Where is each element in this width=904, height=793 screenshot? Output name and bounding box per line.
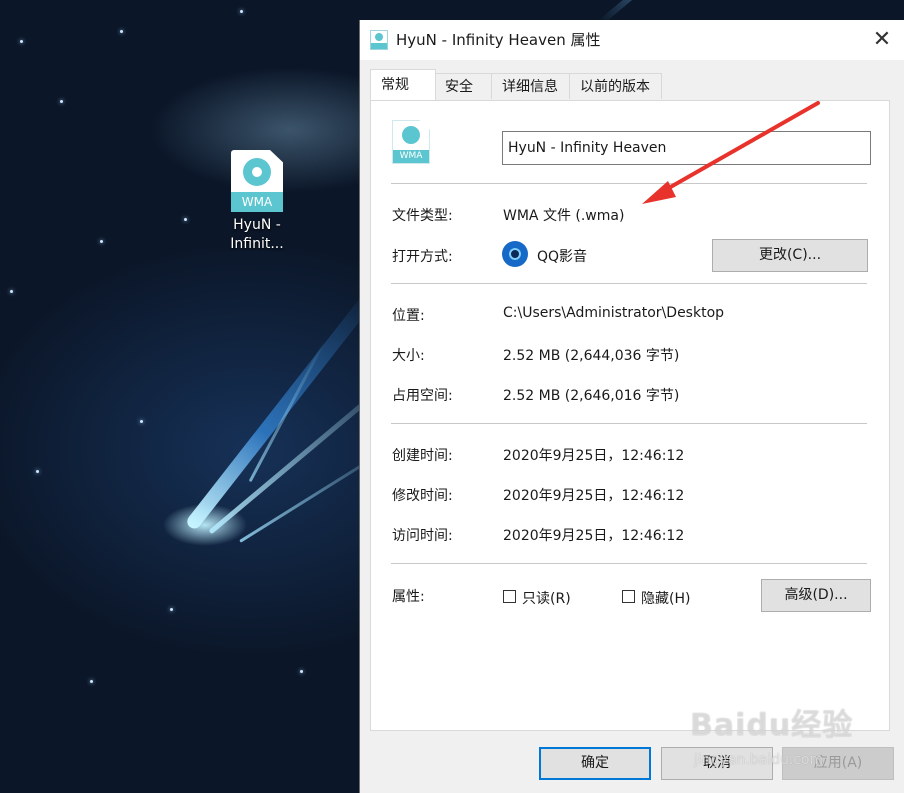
general-tab-panel: WMA 文件类型: WMA 文件 (.wma) 打开方式: QQ影音 更改(C)…	[370, 100, 890, 731]
star	[140, 420, 143, 423]
location-label: 位置:	[392, 308, 425, 324]
size-on-disk-label: 占用空间:	[392, 388, 453, 404]
star	[10, 290, 13, 293]
close-button[interactable]: ✕	[859, 20, 904, 60]
created-value: 2020年9月25日，12:46:12	[503, 448, 685, 464]
readonly-label[interactable]: 只读(R)	[522, 588, 571, 608]
separator	[391, 423, 867, 424]
desktop-file-label: HyuN - Infinit...	[222, 216, 292, 254]
meteor-streak	[248, 339, 327, 483]
wma-file-icon: WMA	[392, 120, 430, 164]
opens-with-label: 打开方式:	[392, 249, 453, 265]
star	[60, 100, 63, 103]
modified-value: 2020年9月25日，12:46:12	[503, 488, 685, 504]
apply-button[interactable]: 应用(A)	[782, 747, 894, 780]
file-type-label: 文件类型:	[392, 208, 453, 224]
star	[20, 40, 23, 43]
file-type-tag: WMA	[231, 192, 283, 212]
location-value: C:\Users\Administrator\Desktop	[503, 305, 725, 321]
star	[90, 680, 93, 683]
star	[100, 240, 103, 243]
star	[36, 470, 39, 473]
window-title: HyuN - Infinity Heaven 属性	[396, 31, 601, 49]
cancel-button[interactable]: 取消	[661, 747, 773, 780]
advanced-button[interactable]: 高级(D)...	[761, 579, 871, 612]
star	[170, 608, 173, 611]
accessed-value: 2020年9月25日，12:46:12	[503, 528, 685, 544]
size-value: 2.52 MB (2,644,036 字节)	[503, 348, 680, 364]
qq-player-icon	[502, 241, 528, 267]
title-bar[interactable]: HyuN - Infinity Heaven 属性 ✕	[360, 20, 904, 60]
tab-previous-versions[interactable]: 以前的版本	[569, 73, 662, 99]
size-on-disk-value: 2.52 MB (2,646,016 字节)	[503, 388, 680, 404]
separator	[391, 183, 867, 184]
tab-details[interactable]: 详细信息	[491, 73, 570, 99]
file-type-value: WMA 文件 (.wma)	[503, 208, 625, 224]
ok-button[interactable]: 确定	[539, 747, 651, 780]
separator	[391, 563, 867, 564]
size-label: 大小:	[392, 348, 425, 364]
properties-dialog: HyuN - Infinity Heaven 属性 ✕ 常规 安全 详细信息 以…	[359, 20, 904, 793]
change-button[interactable]: 更改(C)...	[712, 239, 868, 272]
tab-security[interactable]: 安全	[434, 73, 492, 99]
star	[240, 10, 243, 13]
close-icon: ✕	[872, 27, 892, 52]
meteor-streak	[184, 286, 381, 532]
accessed-label: 访问时间:	[392, 528, 453, 544]
created-label: 创建时间:	[392, 448, 453, 464]
star	[184, 218, 187, 221]
wma-file-icon	[370, 30, 388, 50]
modified-label: 修改时间:	[392, 488, 453, 504]
separator	[391, 283, 867, 284]
desktop-file-label-line1: HyuN -	[233, 217, 281, 233]
desktop-file-label-line2: Infinit...	[230, 236, 284, 252]
hidden-label[interactable]: 隐藏(H)	[641, 588, 690, 608]
desktop-file-icon[interactable]: WMA HyuN - Infinit...	[222, 150, 292, 254]
attributes-label: 属性:	[392, 589, 425, 605]
file-type-tag: WMA	[393, 150, 429, 163]
star	[120, 30, 123, 33]
star	[300, 670, 303, 673]
wma-file-icon: WMA	[231, 150, 283, 212]
hidden-checkbox[interactable]	[622, 590, 635, 603]
readonly-checkbox[interactable]	[503, 590, 516, 603]
opens-with-value: QQ影音	[537, 249, 588, 265]
tab-general[interactable]: 常规	[370, 69, 436, 100]
file-name-input[interactable]	[502, 131, 871, 165]
